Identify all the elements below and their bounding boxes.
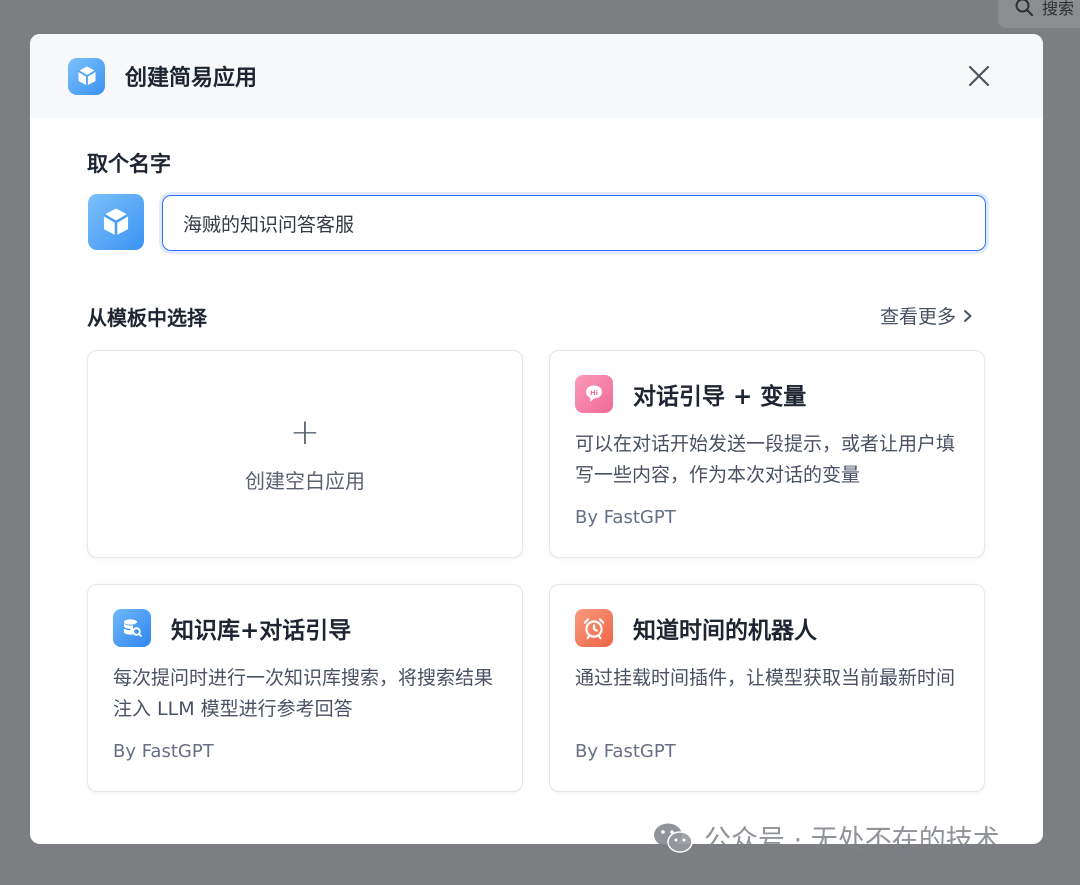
wechat-icon xyxy=(654,823,693,853)
template-author: By FastGPT xyxy=(113,741,214,762)
template-card-knowledge-base-guide[interactable]: 知识库+对话引导 每次提问时进行一次知识库搜索，将搜索结果注入 LLM 模型进行… xyxy=(87,584,523,792)
template-card-header: 知识库+对话引导 xyxy=(113,609,351,647)
create-app-dialog: 创建简易应用 取个名字 从模板中选择 查看更多 + 创建空白应用 xyxy=(30,34,1043,844)
template-card-header: Hi 对话引导 + 变量 xyxy=(575,375,806,413)
template-description: 可以在对话开始发送一段提示，或者让用户填写一些内容，作为本次对话的变量 xyxy=(575,433,956,486)
template-author: By FastGPT xyxy=(575,507,676,528)
background-search-text: 搜索 xyxy=(1042,0,1075,18)
name-section-label: 取个名字 xyxy=(87,152,171,176)
close-button[interactable] xyxy=(963,60,995,92)
app-name-input[interactable] xyxy=(162,195,986,251)
chevron-right-icon xyxy=(964,309,972,322)
app-avatar-button[interactable] xyxy=(88,194,144,250)
database-search-icon xyxy=(113,609,151,647)
template-description: 每次提问时进行一次知识库搜索，将搜索结果注入 LLM 模型进行参考回答 xyxy=(113,667,494,720)
dialog-header: 创建简易应用 xyxy=(30,34,1043,118)
template-section-label: 从模板中选择 xyxy=(87,306,207,330)
watermark: 公众号 · 无处不在的技术 xyxy=(652,818,1000,857)
create-blank-app-card[interactable]: + 创建空白应用 xyxy=(87,350,523,558)
app-cube-icon xyxy=(68,57,105,95)
app-cube-icon xyxy=(103,208,129,236)
alarm-clock-icon xyxy=(575,609,613,647)
template-card-dialog-guide-variables[interactable]: Hi 对话引导 + 变量 可以在对话开始发送一段提示，或者让用户填写一些内容，作… xyxy=(549,350,985,558)
close-icon xyxy=(968,65,990,87)
search-icon xyxy=(1015,0,1033,16)
template-card-header: 知道时间的机器人 xyxy=(575,609,817,647)
dialog-title: 创建简易应用 xyxy=(125,66,258,91)
template-title: 知道时间的机器人 xyxy=(633,618,817,644)
background-search-box: 搜索 xyxy=(998,0,1080,28)
plus-icon: + xyxy=(289,412,321,453)
template-title: 对话引导 + 变量 xyxy=(633,384,807,410)
hi-chat-icon: Hi xyxy=(575,375,613,413)
template-title: 知识库+对话引导 xyxy=(171,618,352,644)
template-card-time-aware-bot[interactable]: 知道时间的机器人 通过挂载时间插件，让模型获取当前最新时间 By FastGPT xyxy=(549,584,985,792)
hi-badge-text: Hi xyxy=(590,389,598,397)
view-more-link[interactable]: 查看更多 xyxy=(880,302,974,329)
blank-app-label: 创建空白应用 xyxy=(245,469,365,493)
view-more-label: 查看更多 xyxy=(880,306,957,328)
watermark-text: 公众号 · 无处不在的技术 xyxy=(704,825,1000,856)
template-description: 通过挂载时间插件，让模型获取当前最新时间 xyxy=(575,667,956,689)
template-author: By FastGPT xyxy=(575,741,676,762)
